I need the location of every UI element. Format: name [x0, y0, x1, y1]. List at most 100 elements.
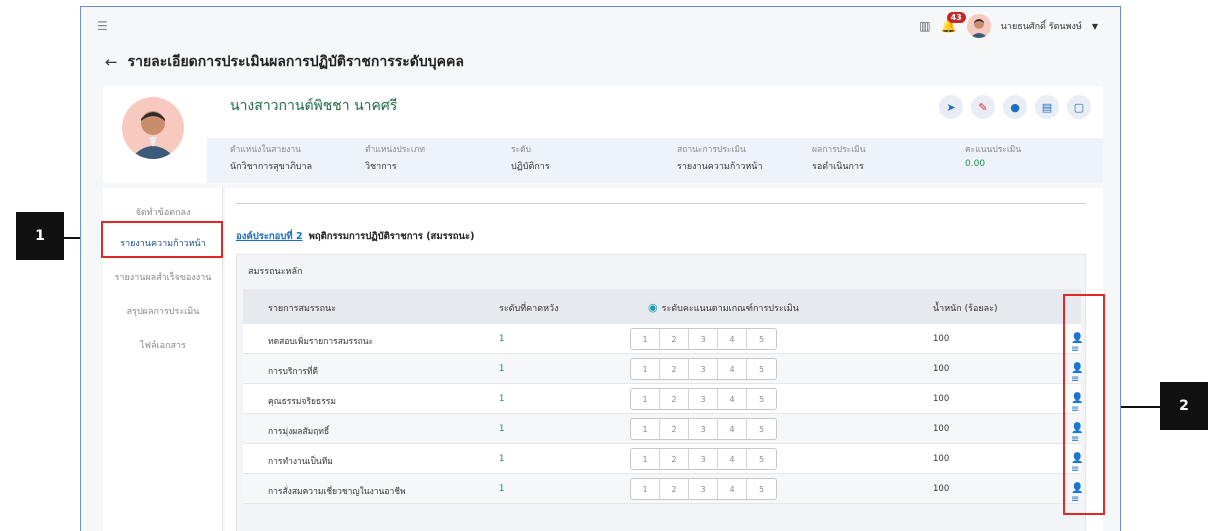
score-scale: 12345: [630, 448, 777, 470]
top-bar: ☰ ▥ 🔔 43 นายธนศักดิ์ รัตนพงษ์ ▼: [81, 7, 1120, 43]
score-scale: 12345: [630, 358, 777, 380]
notification-bell-icon[interactable]: 🔔 43: [941, 11, 966, 34]
weight-value: 100: [933, 364, 950, 374]
chevron-down-icon[interactable]: ▼: [1092, 22, 1098, 31]
notification-badge: 43: [946, 11, 966, 23]
callout-2: 2: [1160, 382, 1208, 430]
page-title: รายละเอียดการประเมินผลการปฏิบัติราชการระ…: [127, 54, 464, 70]
weight-value: 100: [933, 484, 950, 494]
scale-option-2[interactable]: 2: [660, 359, 689, 379]
expected-level: 1: [499, 334, 505, 344]
competency-name: การมุ่งผลสัมฤทธิ์: [268, 427, 330, 437]
back-arrow-icon[interactable]: ←: [105, 53, 118, 71]
info-result: ผลการประเมิน รอดำเนินการ: [812, 145, 866, 172]
section-title-text: พฤติกรรมการปฏิบัติราชการ (สมรรถนะ): [308, 231, 475, 242]
table-row: การทำงานเป็นทีม 1 1 2 3 4 5 100 👤≡: [243, 444, 1083, 475]
scale-option-4[interactable]: 4: [718, 479, 747, 499]
table-row: การสั่งสมความเชี่ยวชาญในงานอาชีพ 1 1 2 3 4 5 10…: [243, 474, 1083, 505]
scale-option-5[interactable]: 5: [747, 449, 776, 469]
info-level: ระดับ ปฏิบัติการ: [511, 145, 550, 172]
score-scale: 12345: [630, 328, 777, 350]
scale-option-3[interactable]: 3: [689, 449, 718, 469]
scale-option-4[interactable]: 4: [718, 449, 747, 469]
scale-option-3[interactable]: 3: [689, 359, 718, 379]
scale-option-5[interactable]: 5: [747, 329, 776, 349]
expected-level: 1: [499, 454, 505, 464]
weight-value: 100: [933, 424, 950, 434]
scale-option-1[interactable]: 1: [631, 479, 660, 499]
scale-option-4[interactable]: 4: [718, 419, 747, 439]
nav-item-work-result[interactable]: รายงานผลสำเร็จของงาน: [103, 270, 223, 284]
nav-item-agreement[interactable]: จัดทำข้อตกลง: [103, 205, 223, 219]
eye-icon[interactable]: ◉: [648, 301, 658, 314]
header-score: ◉ ระดับคะแนนตามเกณฑ์การประเมิน: [648, 301, 799, 314]
competency-box: สมรรถนะหลัก รายการสมรรถนะ ระดับที่คาดหวั…: [236, 254, 1086, 531]
send-icon[interactable]: ➤: [939, 95, 963, 119]
scale-option-3[interactable]: 3: [689, 329, 718, 349]
profile-avatar: [122, 97, 184, 159]
score-scale: 12345: [630, 388, 777, 410]
profile-person-icon: [130, 111, 176, 159]
table-row: การมุ่งผลสัมฤทธิ์ 1 1 2 3 4 5 100 👤≡: [243, 414, 1083, 445]
weight-value: 100: [933, 394, 950, 404]
expected-level: 1: [499, 364, 505, 374]
scale-option-4[interactable]: 4: [718, 359, 747, 379]
weight-value: 100: [933, 454, 950, 464]
divider: [236, 203, 1086, 204]
scale-option-2[interactable]: 2: [660, 479, 689, 499]
scale-option-4[interactable]: 4: [718, 389, 747, 409]
username[interactable]: นายธนศักดิ์ รัตนพงษ์: [1001, 19, 1082, 33]
app-window: ☰ ▥ 🔔 43 นายธนศักดิ์ รัตนพงษ์ ▼ ← รายละเอ…: [80, 6, 1121, 531]
scale-option-1[interactable]: 1: [631, 419, 660, 439]
competency-group-label: สมรรถนะหลัก: [248, 267, 303, 277]
header-name: รายการสมรรถนะ: [268, 304, 337, 314]
user-icon[interactable]: ●: [1003, 95, 1027, 119]
action-buttons: ➤ ✎ ● ▤ ▢: [939, 95, 1091, 119]
info-score: คะแนนประเมิน 0.00: [965, 145, 1022, 169]
menu-collapse-icon[interactable]: ☰: [97, 19, 108, 33]
scale-option-5[interactable]: 5: [747, 359, 776, 379]
scale-option-2[interactable]: 2: [660, 449, 689, 469]
expected-level: 1: [499, 484, 505, 494]
score-scale: 12345: [630, 478, 777, 500]
table-row: การบริการที่ดี 1 1 2 3 4 5 100 👤≡: [243, 354, 1083, 385]
scale-option-5[interactable]: 5: [747, 419, 776, 439]
info-position: ตำแหน่งในสายงาน นักวิชาการสุขาภิบาล: [230, 145, 313, 172]
page-header: ← รายละเอียดการประเมินผลการปฏิบัติราชการ…: [105, 51, 464, 73]
header-weight: น้ำหนัก (ร้อยละ): [933, 304, 998, 314]
info-position-type: ตำแหน่งประเภท วิชาการ: [365, 145, 425, 172]
edit-document-icon[interactable]: ✎: [971, 95, 995, 119]
scale-option-1[interactable]: 1: [631, 329, 660, 349]
scale-option-1[interactable]: 1: [631, 389, 660, 409]
nav-item-summary[interactable]: สรุปผลการประเมิน: [103, 304, 223, 318]
scale-option-5[interactable]: 5: [747, 479, 776, 499]
scale-option-2[interactable]: 2: [660, 329, 689, 349]
profile-card: นางสาวกานต์พิชชา นาคศรี ➤ ✎ ● ▤ ▢ ตำแหน่…: [103, 86, 1103, 183]
scale-option-3[interactable]: 3: [689, 479, 718, 499]
scale-option-4[interactable]: 4: [718, 329, 747, 349]
scale-option-3[interactable]: 3: [689, 389, 718, 409]
user-avatar[interactable]: [966, 14, 991, 38]
person-name: นางสาวกานต์พิชชา นาคศรี: [230, 98, 398, 114]
table-body: ทดสอบเพิ่มรายการสมรรถนะ 1 1 2 3 4 5 100 👤≡ การบริ…: [243, 324, 1083, 505]
highlight-action-column: [1063, 294, 1105, 515]
scale-option-3[interactable]: 3: [689, 419, 718, 439]
expected-level: 1: [499, 424, 505, 434]
nav-item-files[interactable]: ไฟล์เอกสาร: [103, 338, 223, 352]
table-row: คุณธรรมจริยธรรม 1 1 2 3 4 5 100 👤≡: [243, 384, 1083, 415]
scale-option-1[interactable]: 1: [631, 449, 660, 469]
scale-option-2[interactable]: 2: [660, 389, 689, 409]
avatar-person-icon: [969, 19, 988, 38]
competency-name: การสั่งสมความเชี่ยวชาญในงานอาชีพ: [268, 487, 406, 497]
competency-name: การบริการที่ดี: [268, 367, 319, 377]
section-link[interactable]: องค์ประกอบที่ 2: [236, 231, 303, 242]
competency-name: ทดสอบเพิ่มรายการสมรรถนะ: [268, 337, 374, 347]
scale-option-2[interactable]: 2: [660, 419, 689, 439]
scale-option-5[interactable]: 5: [747, 389, 776, 409]
scale-option-1[interactable]: 1: [631, 359, 660, 379]
document-add-icon[interactable]: ▤: [1035, 95, 1059, 119]
competency-name: คุณธรรมจริยธรรม: [268, 397, 336, 407]
book-icon[interactable]: ▥: [919, 19, 930, 33]
callout-1: 1: [16, 212, 64, 260]
document-check-icon[interactable]: ▢: [1067, 95, 1091, 119]
